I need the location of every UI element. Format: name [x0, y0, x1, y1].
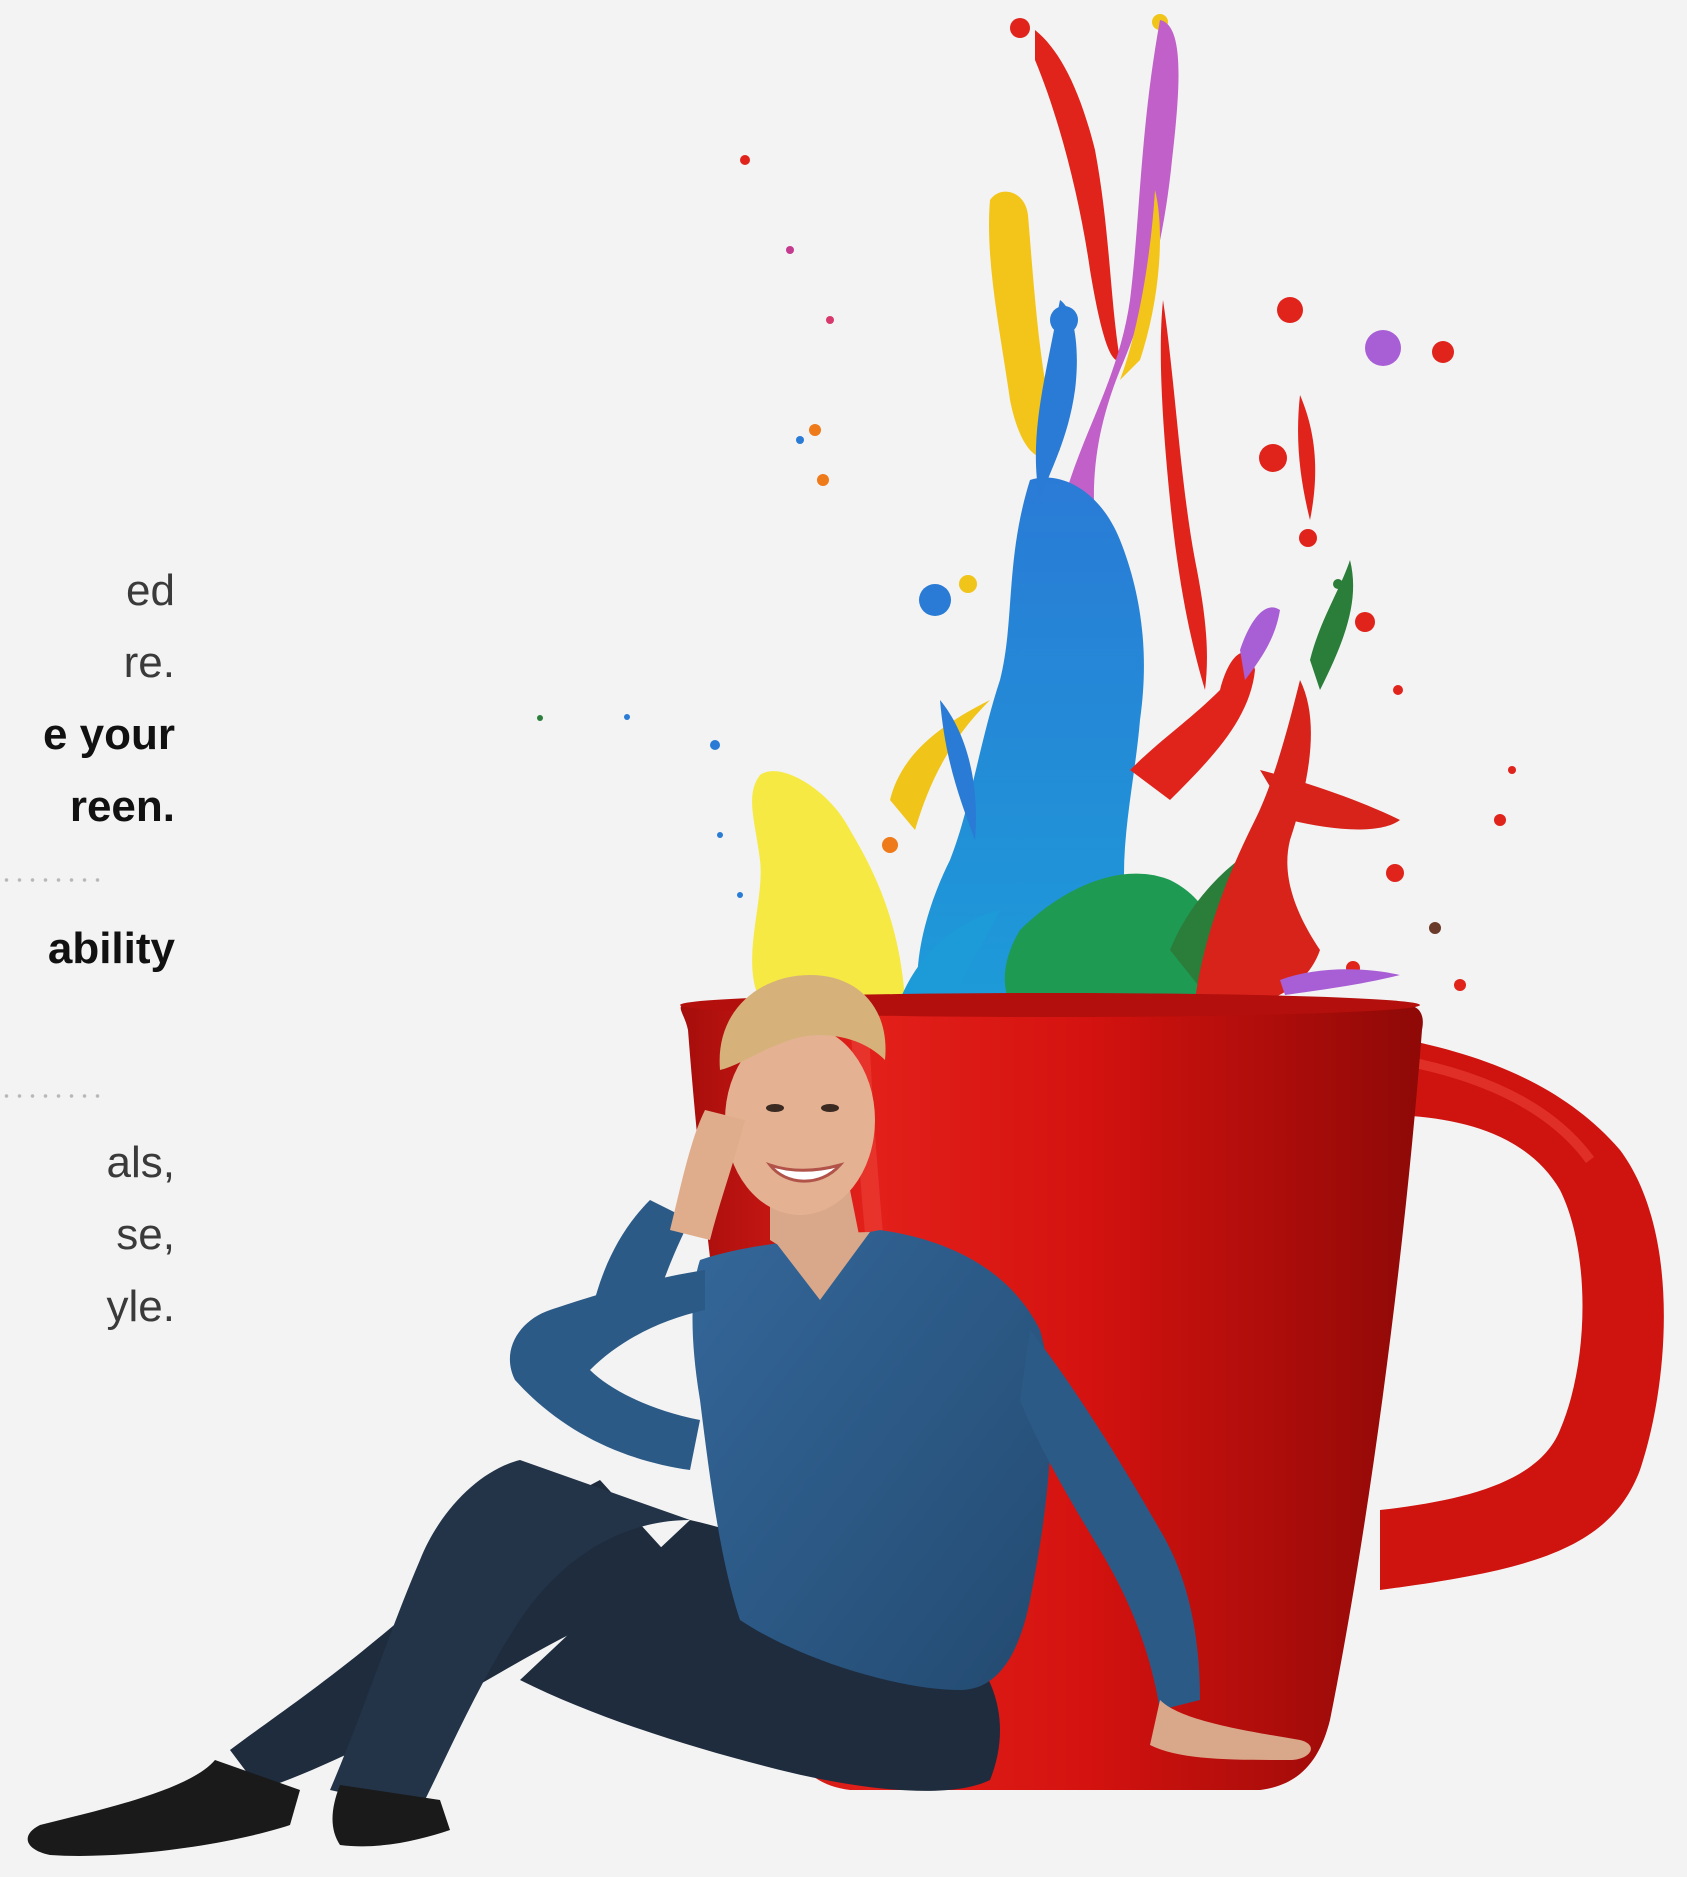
- hero-banner: ed re. e your reen. ability als, se, yle…: [0, 0, 1687, 1877]
- hero-illustration: [27, 14, 1664, 1856]
- paint-splash: [537, 14, 1516, 1010]
